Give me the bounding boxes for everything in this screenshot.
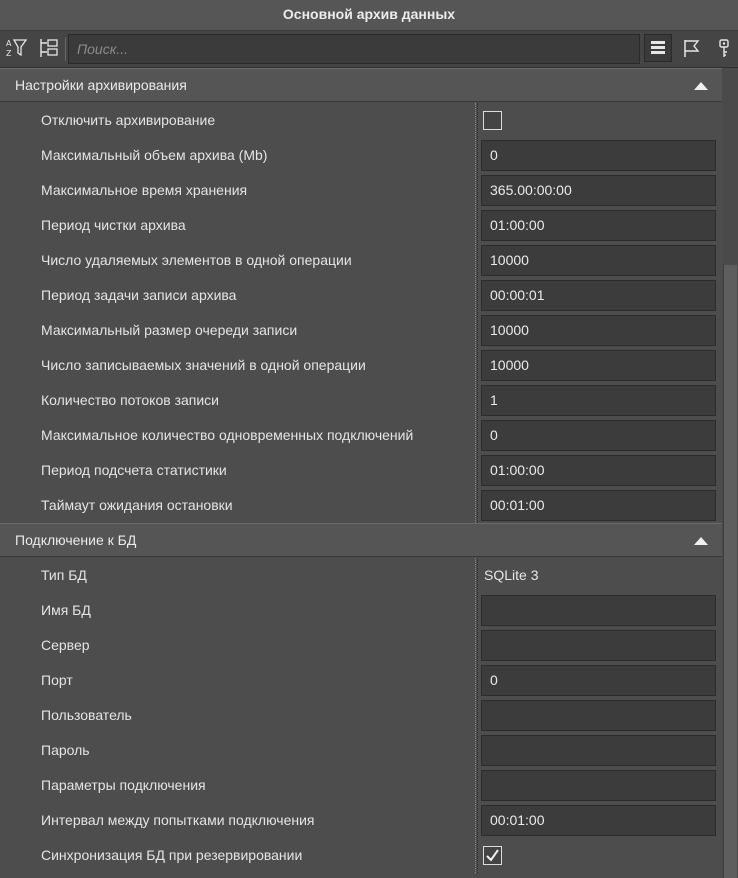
svg-text:Z: Z	[6, 49, 12, 58]
key-button[interactable]	[710, 34, 738, 62]
property-row: Количество потоков записи 1	[0, 383, 722, 418]
property-value-field[interactable]: 00:01:00	[481, 805, 716, 836]
property-label: Число записываемых значений в одной опер…	[41, 357, 366, 373]
property-label: Отключить архивирование	[41, 112, 216, 128]
sort-az-filter-icon: A Z	[5, 37, 27, 59]
property-label: Параметры подключения	[41, 777, 206, 793]
property-row: Интервал между попытками подключения 00:0…	[0, 803, 722, 838]
property-label: Пользователь	[41, 707, 132, 723]
property-row: Период чистки архива 01:00:00	[0, 208, 722, 243]
toolbar-separator	[65, 37, 66, 61]
property-label: Максимальный объем архива (Mb)	[41, 147, 268, 163]
property-label: Таймаут ожидания остановки	[41, 497, 233, 513]
property-value-field[interactable]: 00:01:00	[481, 490, 716, 521]
section-title: Подключение к БД	[15, 532, 137, 548]
property-label: Сервер	[41, 637, 90, 653]
toolbar: A Z	[0, 31, 738, 68]
property-value-text[interactable]: SQLite 3	[484, 558, 538, 593]
property-label: Пароль	[41, 742, 90, 758]
property-label: Период подсчета статистики	[41, 462, 227, 478]
property-label: Максимальный размер очереди записи	[41, 322, 298, 338]
category-view-button[interactable]	[35, 34, 63, 62]
property-row: Максимальное время хранения 365.00:00:00	[0, 173, 722, 208]
category-view-icon	[38, 37, 60, 59]
property-row: Тип БД SQLite 3	[0, 558, 722, 593]
key-icon	[714, 38, 734, 58]
property-value-field[interactable]	[481, 735, 716, 766]
property-label: Порт	[41, 672, 73, 688]
collapse-arrow-icon[interactable]	[694, 537, 708, 545]
property-label: Интервал между попытками подключения	[41, 812, 315, 828]
property-label: Имя БД	[41, 602, 91, 618]
property-row: Число записываемых значений в одной опер…	[0, 348, 722, 383]
property-value-field[interactable]: 1	[481, 385, 716, 416]
property-row: Число удаляемых элементов в одной операц…	[0, 243, 722, 278]
property-value-field[interactable]: 0	[481, 140, 716, 171]
property-row: Отключить архивирование	[0, 103, 722, 138]
sort-az-filter-button[interactable]: A Z	[2, 34, 30, 62]
property-label: Период задачи записи архива	[41, 287, 237, 303]
property-row: Период подсчета статистики 01:00:00	[0, 453, 722, 488]
checkmark-icon	[486, 849, 499, 862]
property-row: Таймаут ожидания остановки 00:01:00	[0, 488, 722, 523]
property-value-field[interactable]	[481, 770, 716, 801]
property-value-field[interactable]: 10000	[481, 245, 716, 276]
section-title: Настройки архивирования	[15, 77, 187, 93]
property-checkbox[interactable]	[483, 111, 502, 130]
property-row: Период задачи записи архива 00:00:01	[0, 278, 722, 313]
property-row: Пароль	[0, 733, 722, 768]
property-label: Максимальное время хранения	[41, 182, 248, 198]
scrollbar-thumb[interactable]	[723, 265, 737, 878]
property-value-field[interactable]: 01:00:00	[481, 210, 716, 241]
list-view-icon	[649, 39, 667, 57]
window-title: Основной архив данных	[0, 0, 738, 31]
flag-button[interactable]	[677, 34, 705, 62]
property-value-field[interactable]: 0	[481, 665, 716, 696]
property-checkbox[interactable]	[483, 846, 502, 865]
column-splitter[interactable]	[475, 103, 478, 523]
flag-icon	[681, 38, 701, 58]
vertical-scrollbar[interactable]	[722, 68, 738, 878]
property-grid: Настройки архивирования Отключить архивир…	[0, 68, 722, 878]
property-label: Период чистки архива	[41, 217, 186, 233]
list-view-button[interactable]	[644, 34, 672, 62]
property-row: Максимальный объем архива (Mb) 0	[0, 138, 722, 173]
property-value-field[interactable]	[481, 595, 716, 626]
property-value-field[interactable]: 01:00:00	[481, 455, 716, 486]
property-label: Количество потоков записи	[41, 392, 219, 408]
property-value-field[interactable]: 10000	[481, 315, 716, 346]
property-label: Максимальное количество одновременных по…	[41, 427, 414, 443]
property-row: Сервер	[0, 628, 722, 663]
property-row: Пользователь	[0, 698, 722, 733]
section-header[interactable]: Настройки архивирования	[0, 68, 722, 102]
property-row: Параметры подключения	[0, 768, 722, 803]
property-row: Максимальный размер очереди записи 10000	[0, 313, 722, 348]
property-value-field[interactable]: 365.00:00:00	[481, 175, 716, 206]
property-label: Синхронизация БД при резервировании	[41, 847, 303, 863]
column-splitter[interactable]	[475, 558, 478, 873]
property-row: Максимальное количество одновременных по…	[0, 418, 722, 453]
collapse-arrow-icon[interactable]	[694, 82, 708, 90]
property-label: Тип БД	[41, 567, 87, 583]
property-value-field[interactable]: 10000	[481, 350, 716, 381]
property-value-field[interactable]: 00:00:01	[481, 280, 716, 311]
property-row: Имя БД	[0, 593, 722, 628]
svg-text:A: A	[6, 39, 12, 48]
section-header[interactable]: Подключение к БД	[0, 523, 722, 557]
property-row: Порт 0	[0, 663, 722, 698]
search-input[interactable]	[68, 34, 640, 64]
property-value-field[interactable]	[481, 630, 716, 661]
property-row: Синхронизация БД при резервировании	[0, 838, 722, 873]
property-label: Число удаляемых элементов в одной операц…	[41, 252, 352, 268]
property-value-field[interactable]	[481, 700, 716, 731]
property-value-field[interactable]: 0	[481, 420, 716, 451]
